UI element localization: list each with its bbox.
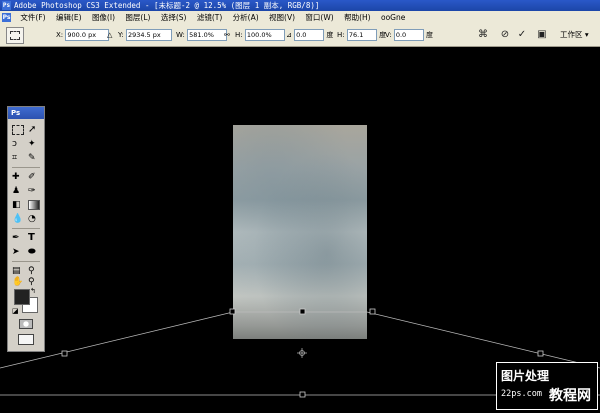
- x-field[interactable]: 900.0 px: [65, 29, 110, 41]
- vskew-unit: 度: [426, 31, 434, 39]
- delta-icon: △: [107, 31, 113, 39]
- menu-bar: Ps 文件(F) 编辑(E) 图像(I) 图层(L) 选择(S) 滤镜(T) 分…: [0, 11, 600, 25]
- vskew-label: V:: [385, 31, 392, 39]
- history-brush-tool-icon[interactable]: ✑: [28, 186, 40, 196]
- vskew-group: V: 0.0 度: [385, 29, 433, 41]
- warp-mode-icon[interactable]: ⌘: [476, 28, 490, 42]
- x-label: X:: [56, 31, 64, 39]
- notes-tool-icon[interactable]: ▤: [12, 266, 24, 276]
- watermark-line1: 图片处理: [501, 369, 550, 383]
- menu-window[interactable]: 窗口(W): [301, 11, 337, 24]
- toolbox: Ps ➚ ↄ ✦ ⌗ ✎ ✚ ✐ ♟ ✑ ◧ 💧 ◔ ✒ T ➤ ⬬ ▤ ⚲ ✋…: [7, 106, 45, 352]
- move-tool-icon[interactable]: ➚: [28, 125, 40, 135]
- zoom-tool-icon[interactable]: ⚲: [28, 277, 40, 287]
- h-field[interactable]: 100.0%: [244, 29, 285, 41]
- shape-tool-icon[interactable]: ⬬: [28, 247, 40, 257]
- watermark-logo: 图片处理 22ps.com 教程网: [496, 362, 598, 410]
- commit-transform-icon[interactable]: ✓: [515, 28, 529, 42]
- menu-analysis[interactable]: 分析(A): [229, 11, 263, 24]
- menu-select[interactable]: 选择(S): [157, 11, 191, 24]
- swap-colors-icon[interactable]: ↰: [30, 287, 42, 297]
- pen-tool-icon[interactable]: ✒: [12, 233, 24, 243]
- menu-help[interactable]: 帮助(H): [340, 11, 375, 24]
- eyedropper-tool-icon[interactable]: ⚲: [28, 266, 40, 276]
- transform-handle[interactable]: [299, 391, 306, 398]
- transform-handle[interactable]: [61, 350, 68, 357]
- menu-edit[interactable]: 编辑(E): [52, 11, 86, 24]
- transform-handle[interactable]: [537, 350, 544, 357]
- watermark-line2: 22ps.com: [501, 389, 542, 399]
- quick-mask-icon[interactable]: [19, 319, 33, 329]
- w-label: W:: [176, 31, 185, 39]
- watermark-line3: 教程网: [549, 388, 591, 404]
- y-label: Y:: [118, 31, 124, 39]
- hskew-label: H:: [337, 31, 345, 39]
- y-group: Y: 2934.5 px: [118, 29, 172, 41]
- w-group: W: 581.0%: [176, 29, 228, 41]
- document-canvas-image[interactable]: [233, 125, 367, 339]
- h-group: H: 100.0%: [235, 29, 285, 41]
- hand-tool-icon[interactable]: ✋: [12, 277, 24, 287]
- blur-tool-icon[interactable]: 💧: [12, 214, 24, 224]
- menu-file[interactable]: 文件(F): [16, 11, 49, 24]
- dodge-tool-icon[interactable]: ◔: [28, 214, 40, 224]
- w-field[interactable]: 581.0%: [187, 29, 228, 41]
- photoshop-app-icon: Ps: [2, 1, 11, 10]
- marquee-tool-icon[interactable]: [12, 125, 24, 135]
- eraser-tool-icon[interactable]: ◧: [12, 200, 24, 210]
- screen-mode-icon[interactable]: [18, 334, 34, 345]
- options-bar: X: 900.0 px △ Y: 2934.5 px W: 581.0% ⚯ H…: [0, 24, 600, 47]
- transform-center-point-icon[interactable]: [297, 348, 307, 358]
- transform-handle[interactable]: [369, 308, 376, 315]
- menu-extra[interactable]: ooGne: [377, 11, 409, 24]
- menu-filter[interactable]: 滤镜(T): [193, 11, 226, 24]
- y-field[interactable]: 2934.5 px: [125, 29, 172, 41]
- workspace-menu[interactable]: 工作区 ▾: [560, 29, 589, 40]
- rotate-unit: 度: [326, 31, 334, 39]
- menu-view[interactable]: 视图(V): [265, 11, 299, 24]
- path-selection-tool-icon[interactable]: ➤: [12, 247, 24, 257]
- lasso-tool-icon[interactable]: ↄ: [12, 139, 24, 149]
- rotate-icon: ⊿: [286, 31, 292, 39]
- toolbox-divider: [12, 228, 40, 229]
- cancel-transform-icon[interactable]: ⊘: [498, 28, 512, 42]
- clone-stamp-tool-icon[interactable]: ♟: [12, 186, 24, 196]
- window-title: Adobe Photoshop CS3 Extended - [未标题-2 @ …: [14, 1, 320, 10]
- photoshop-menu-icon[interactable]: Ps: [2, 13, 11, 22]
- menu-layer[interactable]: 图层(L): [121, 11, 154, 24]
- hskew-group: H: 76.1 度: [337, 29, 386, 41]
- bridge-icon[interactable]: ▣: [535, 28, 549, 42]
- reference-point-icon[interactable]: [6, 27, 24, 44]
- vskew-field[interactable]: 0.0: [393, 29, 424, 41]
- gradient-tool-icon[interactable]: [28, 200, 40, 210]
- foreground-color-swatch[interactable]: [14, 289, 30, 305]
- slice-tool-icon[interactable]: ✎: [28, 153, 40, 163]
- menu-image[interactable]: 图像(I): [88, 11, 119, 24]
- brush-tool-icon[interactable]: ✐: [28, 172, 40, 182]
- title-bar: Ps Adobe Photoshop CS3 Extended - [未标题-2 …: [0, 0, 600, 11]
- transform-edge-right[interactable]: [366, 311, 600, 369]
- link-icon[interactable]: ⚯: [224, 29, 230, 41]
- toolbox-divider: [12, 261, 40, 262]
- type-tool-icon[interactable]: T: [28, 233, 40, 243]
- hskew-field[interactable]: 76.1: [346, 29, 377, 41]
- toolbox-logo: Ps: [8, 107, 44, 119]
- x-group: X: 900.0 px: [56, 29, 110, 41]
- healing-brush-tool-icon[interactable]: ✚: [12, 172, 24, 182]
- magic-wand-tool-icon[interactable]: ✦: [28, 139, 40, 149]
- rotate-group: ⊿ 0.0 度: [286, 29, 333, 41]
- default-colors-icon[interactable]: ◪: [12, 307, 24, 317]
- crop-tool-icon[interactable]: ⌗: [12, 153, 24, 163]
- toolbox-divider: [12, 167, 40, 168]
- h-label: H:: [235, 31, 243, 39]
- rotate-field[interactable]: 0.0: [294, 29, 325, 41]
